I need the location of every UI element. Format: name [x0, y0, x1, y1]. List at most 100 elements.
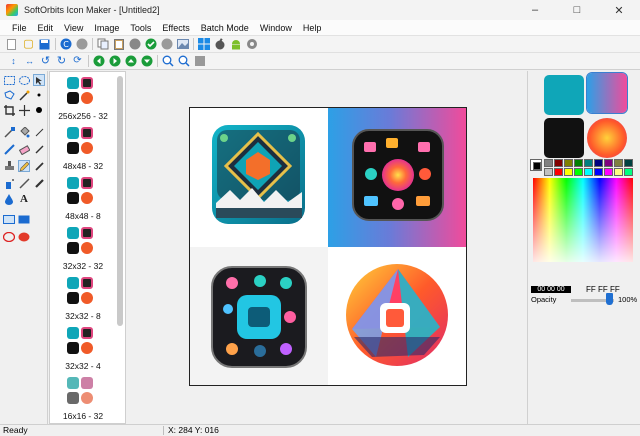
menu-batch-mode[interactable]: Batch Mode	[201, 23, 249, 33]
flip-vertical-icon[interactable]: ↕	[7, 55, 20, 68]
stamp-icon[interactable]	[3, 160, 15, 172]
circle-gray-icon[interactable]	[160, 38, 173, 51]
swatch[interactable]	[594, 168, 603, 176]
rotate-free-icon[interactable]: ⟳	[71, 55, 84, 68]
zoom-out-icon[interactable]	[177, 55, 190, 68]
size-entry[interactable]: 48x48 - 32	[50, 125, 116, 175]
paste-icon[interactable]	[112, 38, 125, 51]
rotate-right-icon[interactable]: ↻	[55, 55, 68, 68]
settings-gear-icon[interactable]	[245, 38, 258, 51]
line-thin-icon[interactable]	[33, 126, 45, 138]
brush-icon[interactable]	[3, 143, 15, 155]
swatch[interactable]	[624, 168, 633, 176]
ellipse-shape-icon[interactable]	[3, 231, 15, 243]
icon-canvas[interactable]	[189, 107, 467, 386]
paint-bucket-icon[interactable]	[18, 126, 30, 138]
size-entry[interactable]: 32x32 - 8	[50, 275, 116, 325]
size-entry[interactable]: 256x256 - 32	[50, 75, 116, 125]
undo-icon[interactable]: C	[59, 38, 72, 51]
swatch[interactable]	[614, 159, 623, 167]
swatch[interactable]	[564, 159, 573, 167]
dot-small-icon[interactable]	[33, 89, 45, 101]
crop-icon[interactable]	[3, 104, 15, 116]
close-button[interactable]: ✕	[598, 0, 640, 20]
swatch[interactable]	[624, 159, 633, 167]
preview-thumb-hub[interactable]	[544, 118, 584, 158]
eyedropper-icon[interactable]	[3, 126, 15, 138]
copy-icon[interactable]	[96, 38, 109, 51]
swatch[interactable]	[604, 159, 613, 167]
rect-select-icon[interactable]	[3, 74, 15, 86]
size-list-scrollbar[interactable]	[117, 76, 123, 326]
filled-rectangle-icon[interactable]	[18, 213, 30, 225]
swatch[interactable]	[554, 168, 563, 176]
open-folder-icon[interactable]: ▢	[22, 38, 35, 51]
swatch[interactable]	[574, 159, 583, 167]
swatch[interactable]	[584, 159, 593, 167]
filled-ellipse-icon[interactable]	[18, 231, 30, 243]
swatch[interactable]	[604, 168, 613, 176]
drop-icon[interactable]	[3, 193, 15, 205]
maximize-button[interactable]: □	[556, 0, 598, 20]
rotate-left-icon[interactable]: ↺	[39, 55, 52, 68]
swatch[interactable]	[544, 159, 553, 167]
line-bold-icon[interactable]	[33, 177, 45, 189]
menu-tools[interactable]: Tools	[130, 23, 151, 33]
spray-icon[interactable]	[3, 177, 15, 189]
menu-window[interactable]: Window	[260, 23, 292, 33]
swatch[interactable]	[574, 168, 583, 176]
menu-image[interactable]: Image	[94, 23, 119, 33]
apple-logo-icon[interactable]	[213, 38, 226, 51]
pointer-icon[interactable]	[33, 74, 45, 86]
opacity-slider-thumb[interactable]	[606, 293, 613, 305]
swatch[interactable]	[544, 168, 553, 176]
flip-horizontal-icon[interactable]: ↔	[23, 55, 36, 68]
accept-icon[interactable]	[144, 38, 157, 51]
preview-thumb-gem[interactable]	[544, 75, 584, 115]
size-entry[interactable]: 32x32 - 4	[50, 325, 116, 375]
eraser-icon[interactable]	[18, 143, 30, 155]
pencil-icon[interactable]	[18, 160, 30, 172]
fit-icon[interactable]	[193, 55, 206, 68]
swatch[interactable]	[564, 168, 573, 176]
swatch[interactable]	[584, 168, 593, 176]
menu-file[interactable]: File	[12, 23, 27, 33]
lasso-icon[interactable]	[3, 89, 15, 101]
magic-wand-icon[interactable]	[18, 89, 30, 101]
size-entry[interactable]: 16x16 - 32	[50, 375, 116, 425]
swatch[interactable]	[614, 168, 623, 176]
line-medium-icon[interactable]	[33, 143, 45, 155]
move-icon[interactable]	[18, 104, 30, 116]
swatch[interactable]	[554, 159, 563, 167]
color-picker-field[interactable]	[533, 178, 633, 262]
menu-effects[interactable]: Effects	[162, 23, 189, 33]
nav-down-icon[interactable]	[140, 55, 153, 68]
nav-left-icon[interactable]	[92, 55, 105, 68]
image-icon[interactable]	[176, 38, 189, 51]
preview-thumb-mountain[interactable]	[587, 118, 627, 158]
menu-help[interactable]: Help	[303, 23, 322, 33]
zoom-in-icon[interactable]	[161, 55, 174, 68]
gradient-line-icon[interactable]	[18, 177, 30, 189]
ellipse-select-icon[interactable]	[18, 74, 30, 86]
size-entry[interactable]: 32x32 - 32	[50, 225, 116, 275]
line-thick-icon[interactable]	[33, 160, 45, 172]
save-disk-icon[interactable]	[38, 38, 51, 51]
nav-right-icon[interactable]	[108, 55, 121, 68]
disc-icon[interactable]	[128, 38, 141, 51]
dot-large-icon[interactable]	[33, 104, 45, 116]
android-logo-icon[interactable]	[229, 38, 242, 51]
new-file-icon[interactable]	[7, 38, 16, 50]
menu-view[interactable]: View	[64, 23, 83, 33]
preview-thumb-dashboard[interactable]	[586, 72, 628, 114]
secondary-color-swatch[interactable]	[533, 162, 541, 170]
redo-icon[interactable]	[75, 38, 88, 51]
menu-edit[interactable]: Edit	[38, 23, 54, 33]
nav-up-icon[interactable]	[124, 55, 137, 68]
text-tool-icon[interactable]: A	[18, 193, 30, 205]
swatch[interactable]	[594, 159, 603, 167]
windows-logo-icon[interactable]	[197, 38, 210, 51]
size-entry[interactable]: 48x48 - 8	[50, 175, 116, 225]
minimize-button[interactable]: –	[514, 0, 556, 20]
rectangle-shape-icon[interactable]	[3, 213, 15, 225]
